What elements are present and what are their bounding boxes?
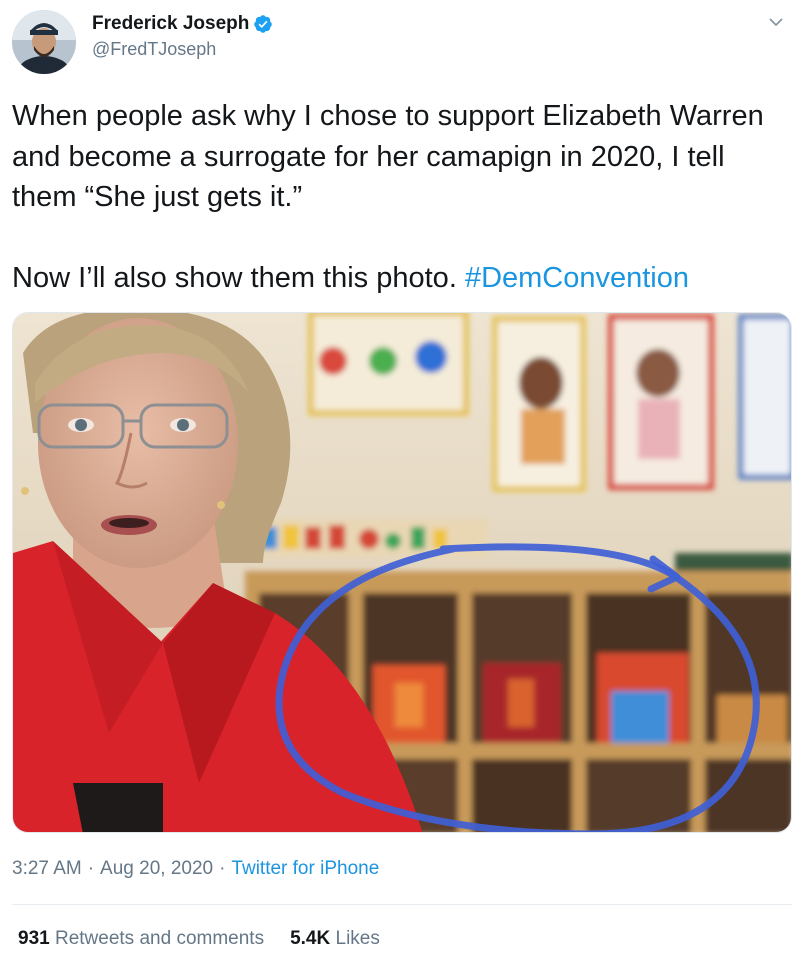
avatar[interactable]: [12, 10, 76, 74]
meta-separator: ·: [87, 858, 95, 879]
retweets-label: Retweets and comments: [54, 928, 265, 949]
likes-label: Likes: [335, 928, 380, 949]
tweet-meta: 3:27 AM · Aug 20, 2020 · Twitter for iPhone: [12, 855, 379, 883]
author-handle[interactable]: @FredTJoseph: [92, 36, 273, 62]
verified-badge-icon: [253, 14, 273, 34]
tweet-paragraph-1: When people ask why I chose to support E…: [12, 100, 764, 213]
tweet-time[interactable]: 3:27 AM: [12, 858, 82, 879]
chevron-down-icon[interactable]: [764, 10, 788, 34]
author-block: Frederick Joseph @FredTJoseph: [92, 12, 273, 62]
photo-image: [13, 313, 791, 832]
retweets-count: 931: [18, 928, 50, 949]
tweet-date[interactable]: Aug 20, 2020: [100, 858, 213, 879]
tweet-paragraph-2: Now I’ll also show them this photo. #Dem…: [12, 258, 792, 299]
meta-separator: ·: [219, 858, 226, 879]
tweet-paragraph-2-text: Now I’ll also show them this photo.: [12, 262, 465, 294]
hashtag-link[interactable]: #DemConvention: [465, 262, 689, 294]
tweet-stats: 931 Retweets and comments 5.4K Likes: [18, 925, 380, 953]
avatar-image: [12, 10, 76, 74]
likes-stat[interactable]: 5.4K Likes: [290, 928, 380, 949]
tweet-photo[interactable]: [12, 312, 792, 833]
likes-count: 5.4K: [290, 928, 331, 949]
divider: [12, 904, 792, 905]
tweet-text: When people ask why I chose to support E…: [12, 96, 792, 299]
author-name-text[interactable]: Frederick Joseph: [92, 12, 249, 36]
author-display-name[interactable]: Frederick Joseph: [92, 12, 273, 36]
retweets-stat[interactable]: 931 Retweets and comments: [18, 928, 264, 949]
tweet-source-link[interactable]: Twitter for iPhone: [231, 858, 379, 879]
